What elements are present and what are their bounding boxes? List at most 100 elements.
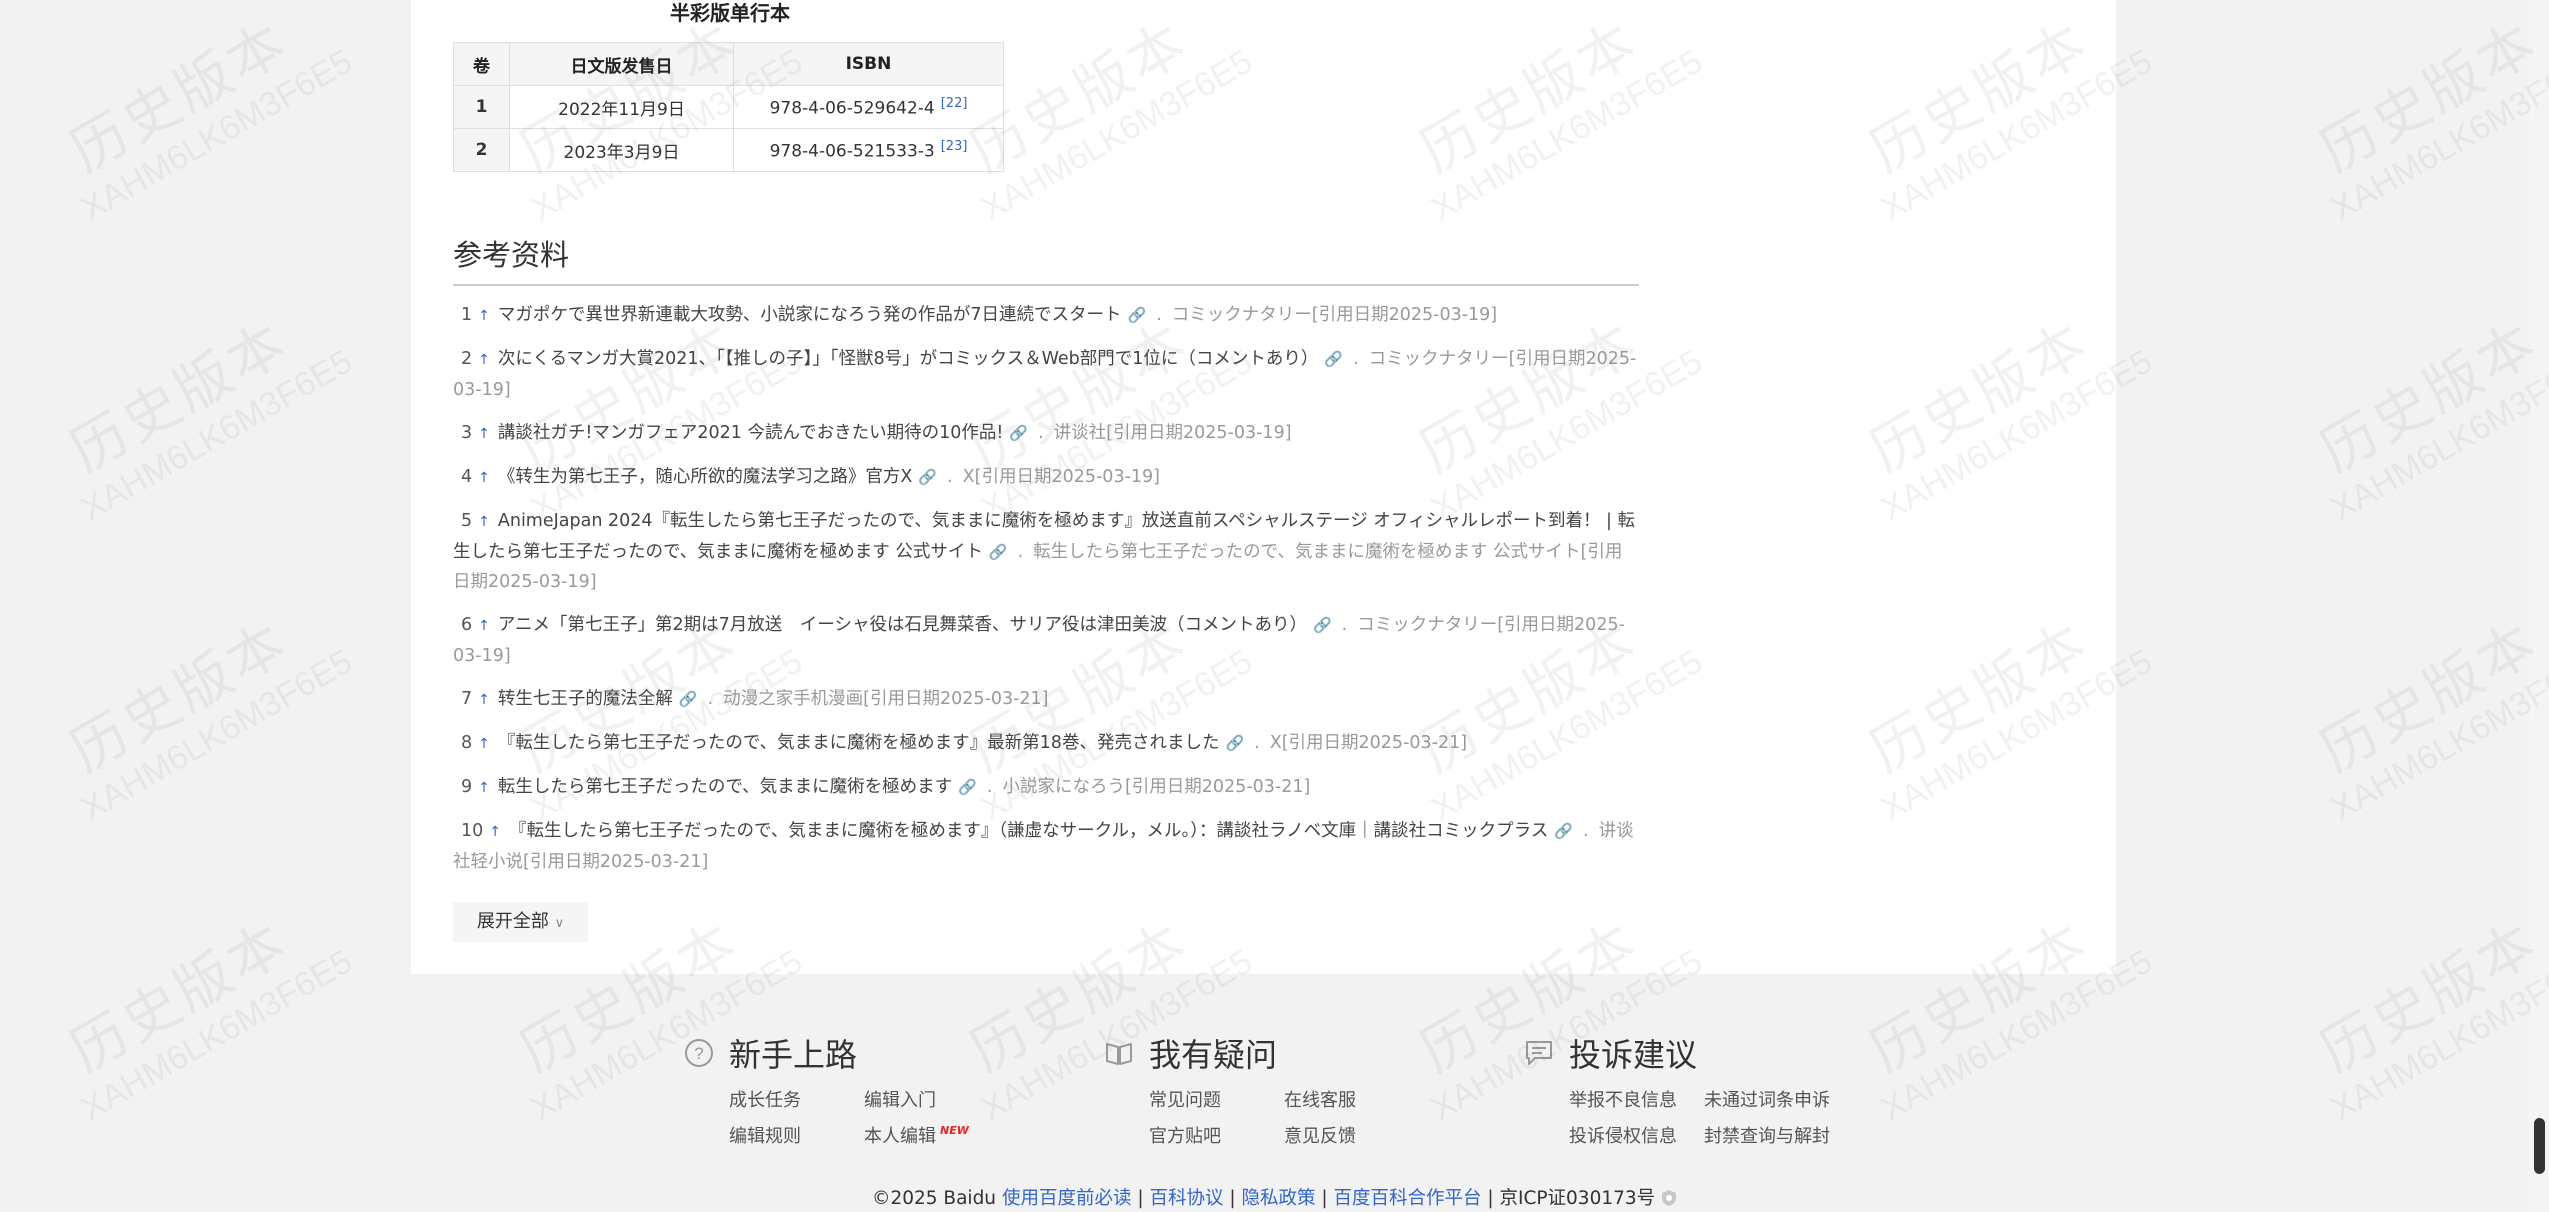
police-badge-icon[interactable] (1661, 1189, 1677, 1207)
footer-column-complaints: 投诉建议 举报不良信息 未通过词条申诉 投诉侵权信息 封禁查询与解封 (1523, 1030, 1839, 1148)
footer-column-header: 投诉建议 (1523, 1030, 1839, 1076)
footer-link[interactable]: 在线客服 (1284, 1086, 1419, 1112)
reference-link[interactable]: アニメ「第七王子」第2期は7月放送 イーシャ役は石見舞菜香、サリア役は津田美波（… (498, 615, 1307, 635)
references-heading: 参考资料 (453, 238, 570, 272)
reference-link[interactable]: 《转生为第七王子，随心所欲的魔法学习之路》官方X (498, 467, 913, 487)
scrollbar-thumb[interactable] (2534, 1118, 2545, 1174)
table-row: 1 2022年11月9日 978-4-06-529642-4 [22] (453, 85, 1004, 129)
citation-link[interactable]: [22] (941, 96, 968, 111)
back-arrow-icon[interactable]: ↑ (478, 352, 490, 368)
icp-text: 京ICP证030173号 (1499, 1188, 1656, 1209)
back-arrow-icon[interactable]: ↑ (478, 470, 490, 486)
footer-column-beginner: ? 新手上路 成长任务 编辑入门 编辑规则 本人编辑 NEW (683, 1030, 999, 1148)
footer-link[interactable]: 成长任务 (729, 1086, 864, 1112)
reference-number: 1 (461, 305, 473, 325)
reference-link[interactable]: 転生したら第七王子だったので、気ままに魔術を極めます (498, 777, 952, 797)
page-scrollbar[interactable] (2529, 0, 2549, 1212)
citation-link[interactable]: [23] (941, 139, 968, 154)
footer-legal-link[interactable]: 百科协议 (1149, 1188, 1223, 1209)
footer-link[interactable]: 举报不良信息 (1569, 1086, 1704, 1112)
new-badge: NEW (940, 1124, 969, 1137)
link-icon[interactable]: 🔗 (918, 468, 937, 486)
header-volume: 卷 (453, 42, 510, 86)
footer-links: 成长任务 编辑入门 编辑规则 本人编辑 NEW (729, 1086, 999, 1148)
isbn: 978-4-06-521533-3 (769, 141, 935, 162)
watermark: 历史版本XAHM6LK6M3F6E5 (59, 609, 360, 829)
link-icon[interactable]: 🔗 (1313, 616, 1332, 634)
back-arrow-icon[interactable]: ↑ (478, 514, 490, 530)
reference-link[interactable]: マガポケで異世界新連載大攻勢、小説家になろう発の作品が7日連続でスタート (498, 305, 1122, 325)
reference-link[interactable]: 『転生したら第七王子だったので、気ままに魔術を極めます』最新第18巻、発売されま… (498, 733, 1220, 753)
footer-column-header: ? 新手上路 (683, 1030, 999, 1076)
footer-column-header: 我有疑问 (1103, 1030, 1419, 1076)
footer-link[interactable]: 未通过词条申诉 (1704, 1086, 1839, 1112)
footer-link[interactable]: 常见问题 (1149, 1086, 1284, 1112)
footer-legal-link[interactable]: 百度百科合作平台 (1333, 1188, 1481, 1209)
volume-number: 2 (453, 128, 510, 172)
reference-number: 9 (461, 777, 473, 797)
back-arrow-icon[interactable]: ↑ (478, 618, 490, 634)
watermark: 历史版本XAHM6LK6M3F6E5 (2309, 609, 2549, 829)
copyright-text: ©2025 Baidu (871, 1188, 997, 1209)
reference-list: 1 ↑ マガポケで異世界新連載大攻勢、小説家になろう発の作品が7日連続でスタート 🔗.… (453, 300, 1639, 890)
watermark: 历史版本XAHM6LK6M3F6E5 (2309, 309, 2549, 529)
reference-source: 小説家になろう[引用日期2025-03-21] (1002, 777, 1311, 797)
link-icon[interactable]: 🔗 (1324, 350, 1343, 368)
footer-link[interactable]: 编辑规则 (729, 1122, 864, 1148)
link-icon[interactable]: 🔗 (679, 690, 698, 708)
expand-all-label: 展开全部 (476, 911, 549, 932)
reference-number: 8 (461, 733, 473, 753)
link-icon[interactable]: 🔗 (1225, 734, 1244, 752)
footer-legal-link[interactable]: 使用百度前必读 (1002, 1188, 1132, 1209)
footer-link-self-edit[interactable]: 本人编辑 NEW (864, 1122, 999, 1148)
question-circle-icon: ? (683, 1037, 715, 1069)
watermark: 历史版本XAHM6LK6M3F6E5 (59, 909, 360, 1129)
reference-source: X[引用日期2025-03-21] (1269, 733, 1468, 753)
references-divider (453, 284, 1639, 286)
back-arrow-icon[interactable]: ↑ (489, 824, 501, 840)
back-arrow-icon[interactable]: ↑ (478, 426, 490, 442)
footer-link[interactable]: 编辑入门 (864, 1086, 999, 1112)
separator: . (1017, 542, 1024, 562)
footer-link[interactable]: 封禁查询与解封 (1704, 1122, 1839, 1148)
expand-all-button[interactable]: 展开全部 ∨ (453, 902, 588, 942)
separator: . (1156, 305, 1162, 325)
watermark: 历史版本XAHM6LK6M3F6E5 (59, 9, 360, 229)
footer-legal-link[interactable]: 隐私政策 (1241, 1188, 1315, 1209)
reference-item: 6 ↑ アニメ「第七王子」第2期は7月放送 イーシャ役は石見舞菜香、サリア役は津田美… (453, 610, 1639, 671)
reference-item: 7 ↑ 转生七王子的魔法全解 🔗. 动漫之家手机漫画[引用日期2025-03-21] (453, 684, 1639, 715)
footer-link[interactable]: 投诉侵权信息 (1569, 1122, 1704, 1148)
footer-links: 举报不良信息 未通过词条申诉 投诉侵权信息 封禁查询与解封 (1569, 1086, 1839, 1148)
link-icon[interactable]: 🔗 (958, 778, 977, 796)
reference-link[interactable]: 次にくるマンガ大賞2021、「【推しの子】」「怪獣8号」がコミックス＆Web部門… (498, 349, 1319, 369)
separator: . (1038, 423, 1044, 443)
footer-link[interactable]: 意见反馈 (1284, 1122, 1419, 1148)
back-arrow-icon[interactable]: ↑ (478, 308, 490, 324)
footer-column-questions: 我有疑问 常见问题 在线客服 官方贴吧 意见反馈 (1103, 1030, 1419, 1148)
watermark: 历史版本XAHM6LK6M3F6E5 (2309, 909, 2549, 1129)
reference-link[interactable]: 转生七王子的魔法全解 (498, 689, 673, 709)
reference-item: 3 ↑ 講談社ガチ!マンガフェア2021 今読んでおきたい期待の10作品! 🔗. 讲谈社… (453, 418, 1639, 449)
svg-text:?: ? (694, 1044, 703, 1063)
footer-link[interactable]: 官方贴吧 (1149, 1122, 1284, 1148)
reference-source: 讲谈社[引用日期2025-03-19] (1053, 423, 1292, 443)
back-arrow-icon[interactable]: ↑ (478, 780, 490, 796)
footer-column-title: 投诉建议 (1569, 1036, 1698, 1074)
link-icon[interactable]: 🔗 (1554, 822, 1573, 840)
footer-column-title: 我有疑问 (1149, 1036, 1278, 1074)
footer-links: 常见问题 在线客服 官方贴吧 意见反馈 (1149, 1086, 1419, 1148)
copyright-bar: ©2025 Baidu 使用百度前必读 | 百科协议 | 隐私政策 | 百度百科… (0, 1184, 2549, 1210)
back-arrow-icon[interactable]: ↑ (478, 692, 490, 708)
reference-source: 动漫之家手机漫画[引用日期2025-03-21] (723, 689, 1049, 709)
link-icon[interactable]: 🔗 (989, 543, 1008, 561)
volume-table-title: 半彩版单行本 (670, 1, 790, 25)
reference-link[interactable]: 『転生したら第七王子だったので、気ままに魔術を極めます』（謙虚なサークル，メル。… (509, 821, 1548, 841)
link-icon[interactable]: 🔗 (1009, 424, 1028, 442)
link-icon[interactable]: 🔗 (1128, 306, 1147, 324)
reference-number: 2 (461, 349, 473, 369)
reference-link[interactable]: 講談社ガチ!マンガフェア2021 今読んでおきたい期待の10作品! (498, 423, 1004, 443)
isbn-cell: 978-4-06-521533-3 [23] (733, 128, 1004, 172)
back-arrow-icon[interactable]: ↑ (478, 736, 490, 752)
reference-number: 5 (461, 511, 473, 531)
reference-source: コミックナタリー[引用日期2025-03-19] (1171, 305, 1498, 325)
